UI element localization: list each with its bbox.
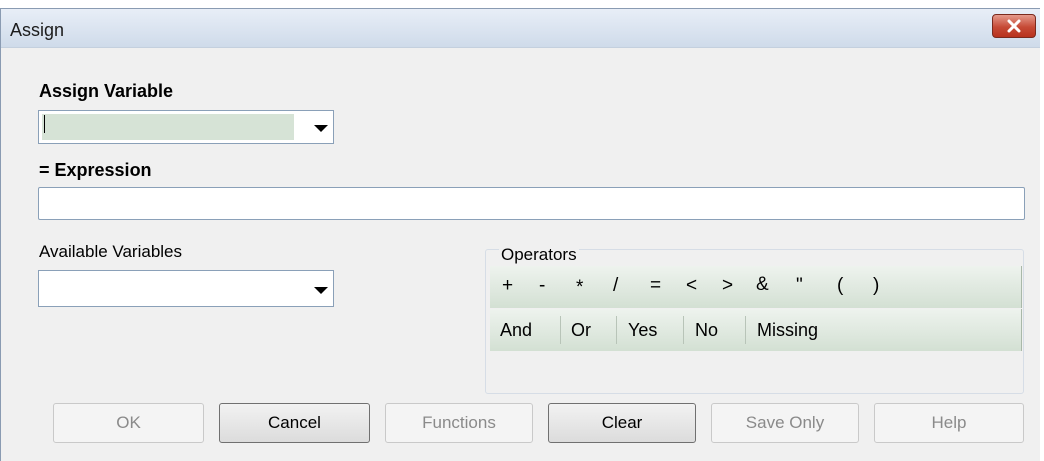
chevron-down-icon[interactable] — [314, 125, 328, 132]
operator-greater-than[interactable]: > — [722, 275, 733, 297]
functions-button[interactable]: Functions — [385, 403, 533, 443]
separator — [560, 316, 561, 344]
operators-title: Operators — [499, 245, 579, 265]
symbol-operators-strip: + - * / = < > & " ( ) — [490, 266, 1022, 308]
clear-button[interactable]: Clear — [548, 403, 696, 443]
available-variables-combo[interactable] — [38, 270, 334, 307]
available-variables-label: Available Variables — [39, 242, 183, 261]
separator — [616, 316, 617, 344]
title-bar[interactable]: Assign — [1, 9, 1040, 48]
operator-plus[interactable]: + — [502, 275, 513, 297]
close-button[interactable] — [992, 14, 1036, 38]
expression-input[interactable] — [38, 187, 1025, 220]
ok-button[interactable]: OK — [53, 403, 204, 443]
chevron-down-icon[interactable] — [314, 287, 328, 294]
assign-variable-label: Assign Variable — [39, 81, 174, 101]
window-title: Assign — [10, 20, 65, 40]
operator-open-paren[interactable]: ( — [837, 275, 843, 297]
expression-label: = Expression — [39, 160, 152, 180]
assign-variable-combo[interactable] — [38, 110, 334, 144]
operator-less-than[interactable]: < — [686, 275, 697, 297]
operator-ampersand[interactable]: & — [756, 274, 769, 296]
operator-minus[interactable]: - — [539, 275, 545, 297]
assign-dialog: Assign Assign Variable = Expression Avai… — [0, 8, 1040, 461]
operator-or[interactable]: Or — [571, 320, 591, 341]
close-icon — [1007, 19, 1021, 33]
operator-multiply[interactable]: * — [576, 277, 583, 299]
save-only-button[interactable]: Save Only — [711, 403, 859, 443]
help-button[interactable]: Help — [874, 403, 1024, 443]
operator-quote[interactable]: " — [796, 275, 803, 297]
operator-yes[interactable]: Yes — [628, 320, 657, 341]
text-cursor — [44, 115, 45, 133]
operator-close-paren[interactable]: ) — [873, 275, 879, 297]
operator-no[interactable]: No — [695, 320, 718, 341]
assign-variable-field[interactable] — [42, 114, 294, 140]
operator-divide[interactable]: / — [613, 275, 618, 297]
cancel-button[interactable]: Cancel — [219, 403, 370, 443]
operator-equals[interactable]: = — [650, 275, 661, 297]
separator — [745, 316, 746, 344]
logical-operators-strip: And Or Yes No Missing — [490, 309, 1022, 351]
separator — [683, 316, 684, 344]
operator-missing[interactable]: Missing — [757, 320, 818, 341]
operator-and[interactable]: And — [500, 320, 532, 341]
